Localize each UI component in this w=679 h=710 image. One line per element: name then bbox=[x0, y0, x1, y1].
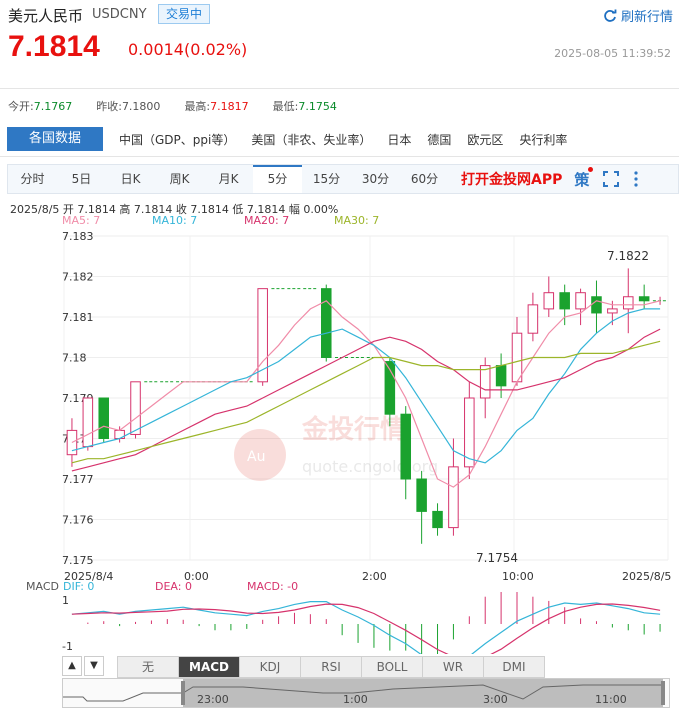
y-tick-label: 7.18 bbox=[62, 352, 87, 365]
svg-text:23:00: 23:00 bbox=[197, 693, 229, 706]
tab-weekly-k[interactable]: 周K bbox=[155, 165, 204, 193]
ind-dmi[interactable]: DMI bbox=[483, 656, 545, 678]
candle-body bbox=[98, 397, 110, 439]
candle-body bbox=[559, 292, 570, 310]
scroll-up-button[interactable]: ▲ bbox=[62, 656, 82, 676]
candle-body bbox=[479, 365, 491, 399]
category-country-data[interactable]: 各国数据 bbox=[7, 127, 103, 151]
period-tabs: 分时 5日 日K 周K 月K 5分 15分 30分 60分 打开金投网APP 策 bbox=[7, 164, 679, 194]
tab-intraday[interactable]: 分时 bbox=[8, 165, 57, 193]
svg-text:3:00: 3:00 bbox=[483, 693, 508, 706]
svg-text:-1: -1 bbox=[62, 640, 73, 653]
tab-monthly-k[interactable]: 月K bbox=[204, 165, 253, 193]
candle-body bbox=[543, 292, 555, 310]
refresh-button[interactable]: 刷新行情 bbox=[603, 6, 673, 25]
x-axis-label: 2:00 bbox=[362, 570, 387, 583]
max-annotation: 7.1822 bbox=[607, 249, 649, 263]
ind-macd[interactable]: MACD bbox=[178, 656, 240, 678]
tab-daily-k[interactable]: 日K bbox=[106, 165, 155, 193]
tab-60min[interactable]: 60分 bbox=[400, 165, 449, 193]
category-usa[interactable]: 美国（非农、失业率） bbox=[251, 131, 371, 148]
tab-15min[interactable]: 15分 bbox=[302, 165, 351, 193]
macd-chart: 1 -1 bbox=[62, 592, 661, 654]
tab-30min[interactable]: 30分 bbox=[351, 165, 400, 193]
y-tick-label: 7.183 bbox=[62, 230, 94, 243]
svg-text:11:00: 11:00 bbox=[595, 693, 627, 706]
candlestick-chart[interactable]: Au 金投行情 quote.cngold.org 7.1837.1827.181… bbox=[0, 226, 679, 586]
stats-row: 今开:7.1767 昨收:7.1800 最高:7.1817 最低:7.1754 bbox=[8, 98, 361, 114]
candle-body bbox=[82, 397, 94, 448]
more-icon[interactable] bbox=[633, 171, 639, 187]
watermark-url: quote.cngold.org bbox=[302, 457, 438, 476]
quote-timestamp: 2025-08-05 11:39:52 bbox=[554, 47, 671, 60]
watermark-logo: Au bbox=[247, 449, 265, 465]
y-tick-label: 7.182 bbox=[62, 271, 94, 284]
category-central-bank-rates[interactable]: 央行利率 bbox=[519, 131, 567, 148]
candle-body bbox=[400, 413, 412, 480]
svg-text:1: 1 bbox=[62, 594, 69, 607]
trading-status-badge: 交易中 bbox=[158, 4, 210, 24]
candle-body bbox=[511, 332, 523, 383]
nav-handle-right bbox=[661, 681, 665, 705]
data-category-bar: 各国数据 中国（GDP、ppi等） 美国（非农、失业率） 日本 德国 欧元区 央… bbox=[7, 127, 567, 151]
y-tick-label: 7.177 bbox=[62, 473, 94, 486]
y-tick-label: 7.181 bbox=[62, 311, 94, 324]
stat-open: 今开:7.1767 bbox=[8, 100, 73, 113]
category-china[interactable]: 中国（GDP、ppi等） bbox=[119, 131, 235, 148]
fullscreen-icon[interactable] bbox=[603, 171, 620, 187]
scroll-down-button[interactable]: ▼ bbox=[84, 656, 104, 676]
candle-body bbox=[416, 478, 427, 512]
ind-boll[interactable]: BOLL bbox=[361, 656, 423, 678]
candle-body bbox=[448, 466, 459, 529]
min-annotation: 7.1754 bbox=[476, 551, 518, 565]
category-japan[interactable]: 日本 bbox=[387, 131, 411, 148]
category-germany[interactable]: 德国 bbox=[427, 131, 451, 148]
symbol-code: USDCNY bbox=[92, 7, 147, 22]
refresh-icon bbox=[604, 9, 617, 22]
ind-none[interactable]: 无 bbox=[117, 656, 179, 678]
y-tick-label: 7.175 bbox=[62, 554, 94, 567]
candle-body bbox=[575, 292, 586, 310]
candle-body bbox=[622, 296, 634, 310]
candles bbox=[66, 268, 668, 544]
y-tick-label: 7.176 bbox=[62, 514, 94, 527]
candle-body bbox=[591, 296, 602, 314]
nav-selection bbox=[183, 679, 663, 707]
ind-kdj[interactable]: KDJ bbox=[239, 656, 301, 678]
candle-body bbox=[432, 510, 443, 529]
stat-prev-close: 昨收:7.1800 bbox=[96, 100, 161, 113]
notification-dot bbox=[588, 166, 594, 172]
tab-5min[interactable]: 5分 bbox=[253, 165, 302, 193]
nav-handle-left bbox=[181, 681, 185, 705]
x-axis-label: 2025/8/5 bbox=[622, 570, 671, 583]
candle-body bbox=[527, 304, 539, 334]
candle-body bbox=[495, 365, 507, 387]
divider bbox=[0, 88, 679, 89]
stat-high: 最高:7.1817 bbox=[184, 100, 249, 113]
range-navigator[interactable]: 23:00 1:00 3:00 11:00 bbox=[62, 678, 670, 708]
svg-text:1:00: 1:00 bbox=[343, 693, 368, 706]
macd-histogram bbox=[87, 592, 661, 654]
tab-5day[interactable]: 5日 bbox=[57, 165, 106, 193]
candle-body bbox=[607, 308, 618, 314]
ind-wr[interactable]: WR bbox=[422, 656, 484, 678]
divider bbox=[0, 156, 679, 157]
open-app-link[interactable]: 打开金投网APP bbox=[461, 169, 562, 189]
indicator-tabs: ▲ ▼ 无 MACD KDJ RSI BOLL WR DMI bbox=[62, 656, 545, 678]
stat-low: 最低:7.1754 bbox=[272, 100, 337, 113]
x-axis-label: 10:00 bbox=[502, 570, 534, 583]
page-title: 美元人民币 bbox=[8, 7, 84, 25]
current-price: 7.1814 bbox=[8, 30, 100, 63]
category-eurozone[interactable]: 欧元区 bbox=[467, 131, 503, 148]
ind-rsi[interactable]: RSI bbox=[300, 656, 362, 678]
price-change: 0.0014(0.02%) bbox=[128, 40, 248, 59]
refresh-label: 刷新行情 bbox=[620, 10, 673, 25]
candle-body bbox=[638, 296, 650, 302]
chart-grid bbox=[63, 235, 669, 561]
strategy-icon[interactable]: 策 bbox=[574, 166, 594, 190]
candle-body bbox=[320, 288, 332, 358]
candle-body bbox=[130, 381, 141, 435]
dea-line bbox=[71, 603, 661, 654]
